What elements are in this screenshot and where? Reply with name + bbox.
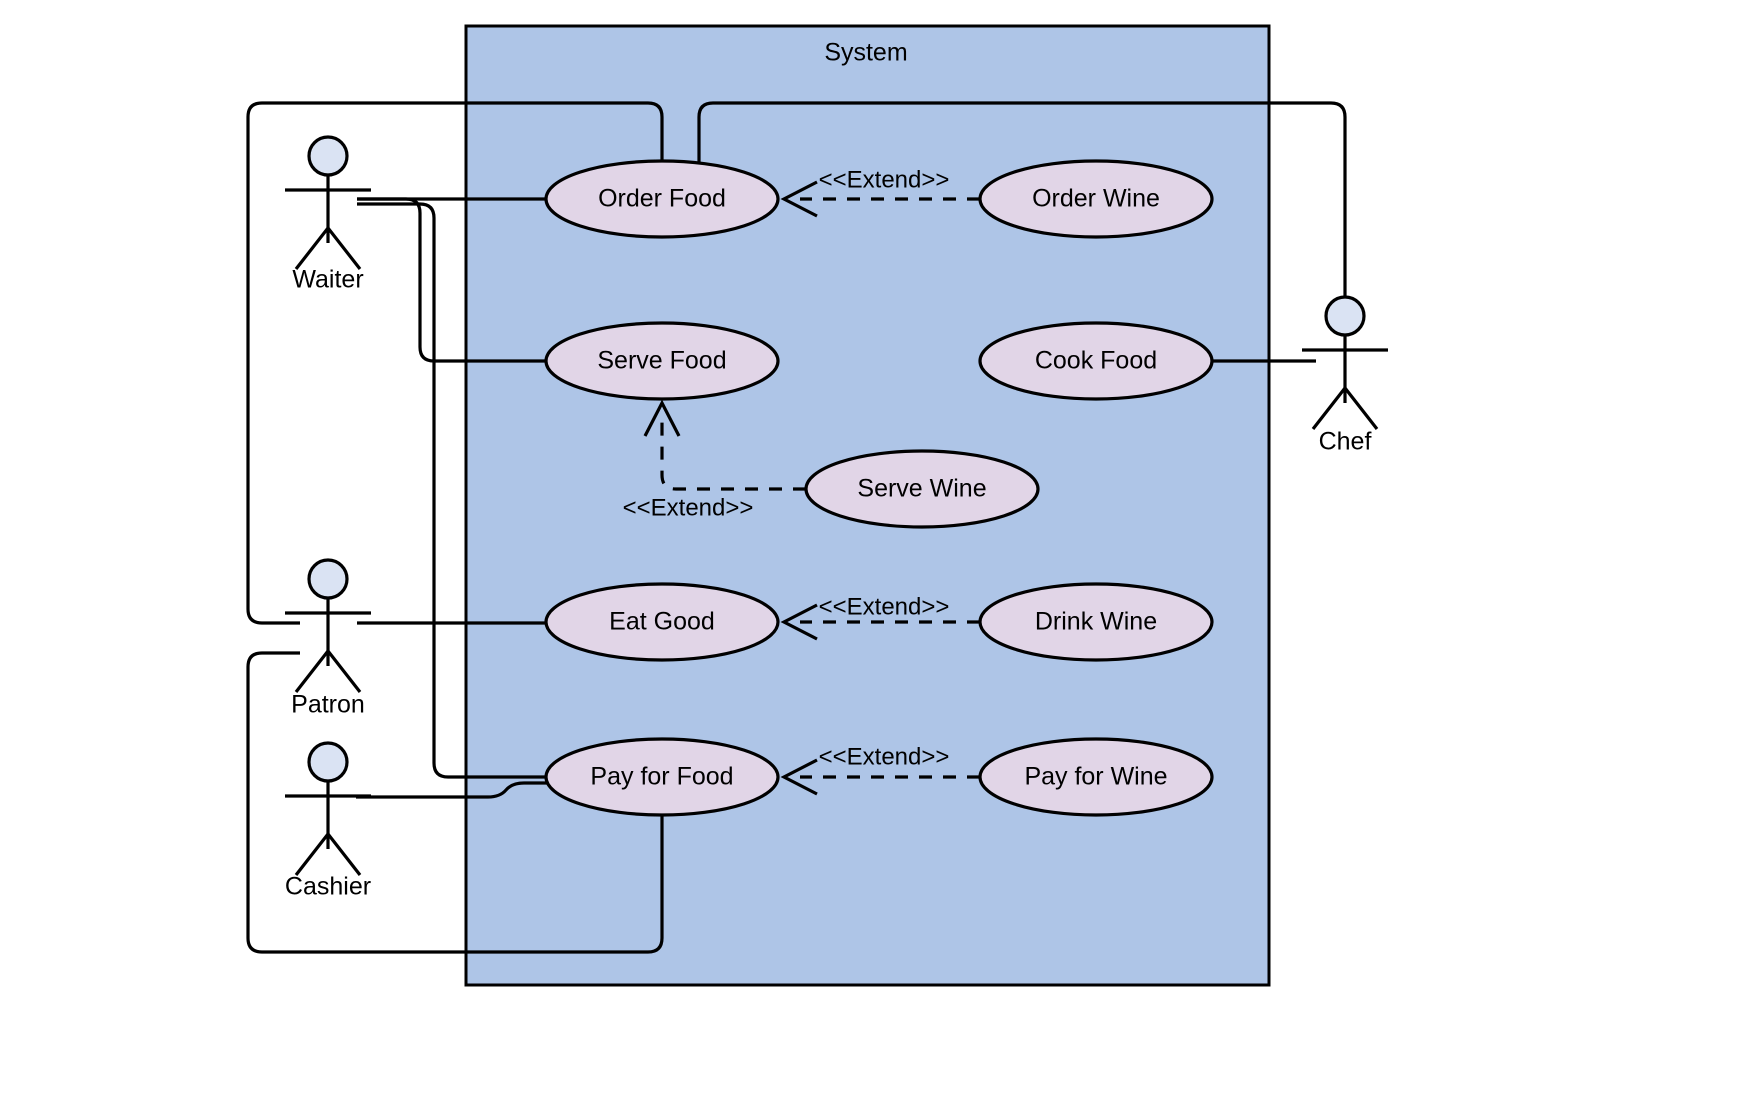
actor-head-icon <box>307 558 349 600</box>
use-case-label: Pay for Food <box>590 763 733 791</box>
use-case-label: Order Wine <box>1032 185 1160 213</box>
use-case-label: Eat Good <box>609 608 715 636</box>
actor-chef[interactable]: Chef <box>1302 295 1388 456</box>
actor-head-icon <box>307 135 349 177</box>
use-case-serve-wine[interactable]: Serve Wine <box>804 449 1040 529</box>
actor-patron[interactable]: Patron <box>285 558 371 719</box>
use-case-label: Pay for Wine <box>1024 763 1167 791</box>
actor-label: Waiter <box>292 266 363 294</box>
uml-use-case-diagram: System <<Extend>> <<Extend>> <<Extend>> … <box>0 0 1744 1110</box>
extend-label-drink-wine: <<Extend>> <box>819 593 950 620</box>
extend-label-pay-for-wine: <<Extend>> <box>819 743 950 770</box>
actor-waiter[interactable]: Waiter <box>285 135 371 294</box>
use-case-serve-food[interactable]: Serve Food <box>544 321 780 401</box>
actor-label: Cashier <box>285 873 371 901</box>
use-case-order-food[interactable]: Order Food <box>544 159 780 239</box>
use-case-label: Cook Food <box>1035 347 1157 375</box>
actor-label: Patron <box>291 691 365 719</box>
actor-head-icon <box>307 741 349 783</box>
extend-label-order-wine: <<Extend>> <box>819 166 950 193</box>
use-case-order-wine[interactable]: Order Wine <box>978 159 1214 239</box>
use-case-eat-good[interactable]: Eat Good <box>544 582 780 662</box>
system-boundary-label: System <box>824 39 907 67</box>
use-case-label: Order Food <box>598 185 726 213</box>
actor-head-icon <box>1324 295 1366 337</box>
use-case-pay-for-wine[interactable]: Pay for Wine <box>978 737 1214 817</box>
use-case-drink-wine[interactable]: Drink Wine <box>978 582 1214 662</box>
actor-cashier[interactable]: Cashier <box>285 741 371 901</box>
use-case-label: Drink Wine <box>1035 608 1157 636</box>
use-case-label: Serve Wine <box>857 475 986 503</box>
use-case-label: Serve Food <box>597 347 726 375</box>
use-case-cook-food[interactable]: Cook Food <box>978 321 1214 401</box>
use-case-pay-for-food[interactable]: Pay for Food <box>544 737 780 817</box>
actor-label: Chef <box>1319 428 1372 456</box>
diagram-canvas: System <<Extend>> <<Extend>> <<Extend>> … <box>246 24 1388 987</box>
extend-label-serve-wine: <<Extend>> <box>623 494 754 521</box>
